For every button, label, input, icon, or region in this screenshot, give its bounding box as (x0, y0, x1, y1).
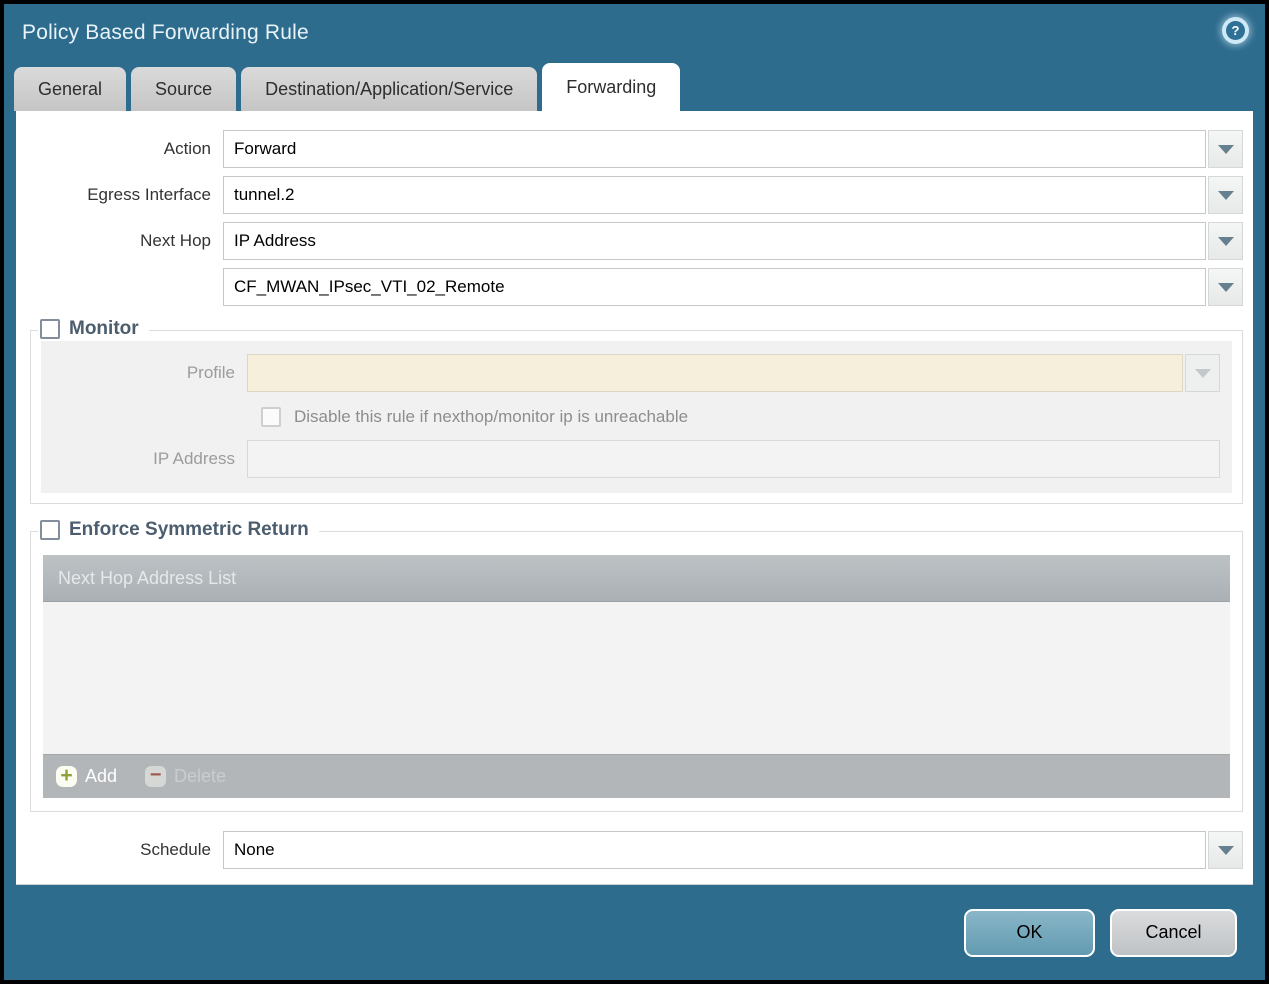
enforce-symmetric-return-legend: Enforce Symmetric Return (38, 519, 319, 541)
schedule-label: Schedule (140, 840, 211, 859)
tab-bar: General Source Destination/Application/S… (4, 62, 1265, 111)
disable-rule-label: Disable this rule if nexthop/monitor ip … (294, 407, 689, 426)
delete-button-label: Delete (174, 766, 227, 786)
egress-interface-label: Egress Interface (87, 185, 211, 204)
tab-content-forwarding: Action Egress Interface Ne (16, 111, 1253, 885)
monitor-checkbox[interactable] (40, 319, 60, 339)
monitor-ip-address-input (247, 440, 1220, 478)
action-row: Action (29, 130, 1243, 168)
disable-rule-row: Disable this rule if nexthop/monitor ip … (261, 407, 1220, 427)
chevron-down-icon (1217, 845, 1234, 855)
next-hop-address-list-footer: + Add − Delete (43, 754, 1230, 798)
next-hop-type-input[interactable] (223, 222, 1206, 260)
next-hop-address-dropdown-button[interactable] (1208, 268, 1243, 306)
disable-rule-checkbox (261, 407, 281, 427)
enforce-symmetric-return-checkbox[interactable] (40, 520, 60, 540)
next-hop-address-field (223, 268, 1243, 306)
monitor-fieldset: Monitor Profile Disable this rule if nex… (30, 318, 1243, 504)
monitor-title: Monitor (69, 318, 139, 339)
monitor-ip-address-field (247, 440, 1220, 478)
profile-input (247, 354, 1183, 392)
monitor-ip-address-row: IP Address (53, 440, 1220, 478)
add-button-label: Add (85, 766, 118, 786)
monitor-panel: Profile Disable this rule if nexthop/mon… (41, 341, 1232, 493)
schedule-dropdown-button[interactable] (1208, 831, 1243, 869)
plus-icon: + (56, 765, 77, 787)
chevron-down-icon (1217, 190, 1234, 200)
screen: Policy Based Forwarding Rule ? General S… (0, 0, 1269, 984)
delete-button: − Delete (145, 765, 227, 787)
policy-based-forwarding-dialog: Policy Based Forwarding Rule ? General S… (4, 4, 1265, 980)
action-label: Action (163, 139, 211, 158)
dialog-title: Policy Based Forwarding Rule (22, 21, 309, 44)
chevron-down-icon (1217, 282, 1234, 292)
minus-icon: − (145, 765, 167, 787)
profile-dropdown-button (1185, 354, 1220, 392)
egress-interface-dropdown-button[interactable] (1208, 176, 1243, 214)
chevron-down-icon (1217, 144, 1234, 154)
tab-forwarding[interactable]: Forwarding (542, 63, 681, 111)
ok-button[interactable]: OK (964, 908, 1095, 957)
help-icon[interactable]: ? (1222, 17, 1249, 44)
profile-label: Profile (186, 363, 235, 382)
chevron-down-icon (1217, 236, 1234, 246)
action-dropdown-button[interactable] (1208, 130, 1243, 168)
next-hop-address-input[interactable] (223, 268, 1206, 306)
next-hop-address-row (29, 268, 1243, 306)
cancel-button[interactable]: Cancel (1110, 908, 1237, 957)
egress-interface-row: Egress Interface (29, 176, 1243, 214)
tab-general[interactable]: General (14, 67, 127, 111)
monitor-ip-address-label: IP Address (153, 449, 235, 468)
next-hop-field (223, 222, 1243, 260)
next-hop-address-list-header-label: Next Hop Address List (58, 567, 237, 588)
next-hop-label: Next Hop (140, 231, 211, 250)
enforce-symmetric-return-fieldset: Enforce Symmetric Return Next Hop Addres… (30, 519, 1243, 812)
dialog-footer: OK Cancel (4, 885, 1265, 980)
egress-interface-field (223, 176, 1243, 214)
chevron-down-icon (1194, 368, 1211, 378)
action-field (223, 130, 1243, 168)
question-mark-icon: ? (1226, 21, 1245, 40)
schedule-field (223, 831, 1243, 869)
next-hop-dropdown-button[interactable] (1208, 222, 1243, 260)
next-hop-address-list-table: Next Hop Address List + Add − Delete (43, 555, 1230, 798)
add-button[interactable]: + Add (56, 765, 118, 787)
tab-source[interactable]: Source (131, 67, 237, 111)
monitor-legend: Monitor (38, 318, 149, 340)
profile-field (247, 354, 1220, 392)
dialog-titlebar: Policy Based Forwarding Rule ? (4, 4, 1265, 62)
next-hop-address-list-body[interactable] (43, 602, 1230, 754)
egress-interface-input[interactable] (223, 176, 1206, 214)
tab-destination-application-service[interactable]: Destination/Application/Service (241, 67, 538, 111)
next-hop-row: Next Hop (29, 222, 1243, 260)
schedule-row: Schedule (29, 831, 1243, 869)
schedule-input[interactable] (223, 831, 1206, 869)
action-input[interactable] (223, 130, 1206, 168)
profile-row: Profile (53, 354, 1220, 392)
enforce-symmetric-return-title: Enforce Symmetric Return (69, 519, 309, 540)
next-hop-address-list-header: Next Hop Address List (43, 555, 1230, 602)
